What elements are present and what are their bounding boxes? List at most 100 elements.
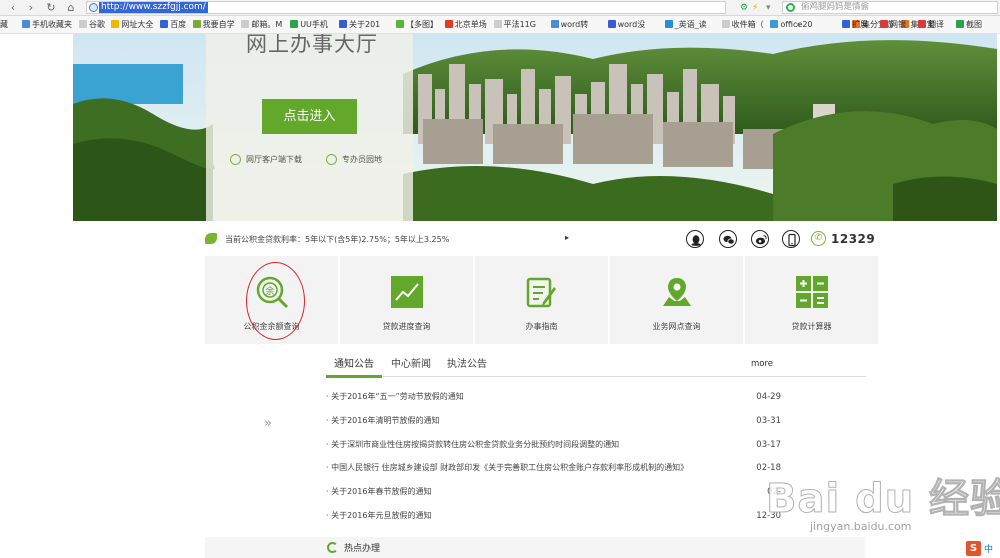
favorites-bar: 藏 手机收藏夹 谷歌 网址大全 百度 我要自学 邮箱。M UU手机 关于201 【多图】 北京单场…	[0, 16, 1000, 34]
url-text[interactable]: http://www.szzfgjj.com/	[99, 2, 208, 13]
news-title[interactable]: · 关于2016年春节放假的通知	[326, 485, 431, 499]
favorite-item[interactable]: 我要自学	[192, 19, 235, 31]
news-title[interactable]: · 关于2016年清明节放假的通知	[326, 414, 439, 428]
toolbar-extension-item[interactable]: 翻译	[918, 19, 944, 31]
news-title[interactable]: · 关于2016年“五一”劳动节放假的通知	[326, 390, 464, 404]
hotline-number[interactable]: 12329	[831, 232, 875, 246]
tab-center-news[interactable]: 中心新闻	[391, 358, 431, 372]
search-input[interactable]: 偷鸡腿妈妈是慎偷	[782, 1, 998, 14]
highlight-circle	[246, 262, 305, 340]
favorite-icon	[290, 20, 299, 28]
extension-label: 网银	[890, 20, 906, 29]
globe-icon	[89, 3, 98, 12]
map-pin-icon	[662, 278, 691, 306]
favorite-label: 平法11G	[503, 20, 536, 29]
forward-icon[interactable]: ›	[24, 1, 38, 15]
security-icon[interactable]: ⚙	[740, 2, 748, 14]
favorite-icon	[192, 20, 201, 28]
news-item[interactable]: · 中国人民银行 住房城乡建设部 财政部印发《关于完善职工住房公积金账户存款利率…	[326, 461, 781, 475]
loan-rate-text[interactable]: 当前公积金贷款利率：5年以下(含5年)2.75%；5年以上3.25%	[225, 234, 449, 245]
home-icon[interactable]: ⌂	[64, 1, 78, 15]
service-tile-calculator[interactable]: 贷款计算器	[745, 256, 878, 344]
news-item[interactable]: · 关于2016年春节放假的通知 02-	[326, 485, 781, 499]
hero-banner: 网上办事大厅 点击进入 网厅客户端下载 专办员园地	[73, 34, 997, 221]
favorite-item[interactable]: office20	[770, 19, 813, 31]
ime-mode-label[interactable]: 中	[984, 542, 993, 555]
extension-label: 截图	[966, 20, 982, 29]
favorite-icon	[396, 20, 404, 28]
favorite-item[interactable]: 收件箱（	[721, 19, 764, 31]
favorite-label: word没	[617, 20, 646, 29]
refresh-icon[interactable]: ↻	[44, 1, 58, 15]
favorite-icon	[770, 20, 779, 28]
news-item[interactable]: · 关于2016年清明节放假的通知 03-31	[326, 414, 781, 428]
online-hall-title: 网上办事大厅	[246, 34, 378, 56]
tab-law-notices[interactable]: 执法公告	[447, 358, 487, 372]
favorite-item[interactable]: _英语_读	[664, 19, 707, 31]
more-link[interactable]: more	[751, 359, 773, 369]
online-hall-panel: 网上办事大厅 点击进入 网厅客户端下载 专办员园地	[206, 34, 413, 221]
news-item[interactable]: · 关于2016年“五一”劳动节放假的通知 04-29	[326, 390, 781, 404]
favorite-item[interactable]: 北京单场	[444, 19, 487, 31]
favorite-item[interactable]: 谷歌	[79, 19, 105, 31]
service-label-guide: 办事指南	[525, 322, 558, 331]
news-date: 04-29	[756, 392, 781, 402]
extension-label: 扩展	[852, 20, 868, 29]
agent-area-link[interactable]: 专办员园地	[326, 154, 382, 166]
favorite-item[interactable]: 【多图】	[396, 19, 438, 31]
toolbar-extension-item[interactable]: 截图	[956, 19, 982, 31]
url-input[interactable]: http://www.szzfgjj.com/	[86, 1, 726, 14]
service-tile-outlets[interactable]: 业务网点查询	[610, 256, 743, 344]
favorite-item[interactable]: 手机收藏夹	[22, 19, 72, 31]
client-download-link[interactable]: 网厅客户端下载	[230, 154, 302, 166]
news-date: 03-31	[756, 416, 781, 426]
toolbar-extension-item[interactable]: 扩展	[842, 19, 868, 31]
qq-icon[interactable]	[686, 230, 704, 248]
watermark-brand: Bai du 经验	[765, 476, 1000, 523]
favorite-label: 【多图】	[406, 20, 438, 29]
dropdown-icon[interactable]: ▾	[766, 2, 771, 14]
enter-hall-button[interactable]: 点击进入	[262, 99, 357, 134]
favorite-label: 手机收藏夹	[32, 20, 72, 29]
extension-label: 翻译	[928, 20, 944, 29]
favorite-item[interactable]: word转	[550, 19, 588, 31]
favorite-icon	[607, 20, 616, 28]
favorite-icon	[493, 20, 502, 28]
service-tile-guide[interactable]: 办事指南	[475, 256, 608, 344]
favorite-item[interactable]: 平法11G	[493, 19, 536, 31]
weibo-icon[interactable]	[751, 230, 769, 248]
browser-address-bar: ‹ › ↻ ⌂ http://www.szzfgjj.com/ ⚙ ⚡ ▾ 偷鸡…	[0, 0, 1000, 16]
news-item[interactable]: · 关于深圳市商业性住房按揭贷款转住房公积金贷款业务分批预约时间段调整的通知 03…	[326, 438, 781, 452]
tab-active-indicator	[326, 375, 382, 378]
favorite-icon	[111, 20, 120, 28]
news-item[interactable]: · 关于2016年元旦放假的通知 12-30	[326, 509, 781, 523]
search-placeholder: 偷鸡腿妈妈是慎偷	[801, 2, 870, 12]
mobile-icon[interactable]	[782, 230, 800, 248]
toolbar-extension-item[interactable]: 网银	[880, 19, 906, 31]
lightning-icon[interactable]: ⚡	[752, 2, 758, 14]
favorites-more-icon[interactable]: »	[796, 19, 801, 31]
ime-tray[interactable]: S 中	[966, 541, 1000, 557]
favorite-item[interactable]: 关于201	[339, 19, 380, 31]
favorite-item[interactable]: 邮箱。M	[241, 19, 282, 31]
favorite-label: 我要自学	[202, 20, 235, 29]
favorite-label: _英语_读	[674, 20, 707, 29]
favorite-item[interactable]: UU手机	[290, 19, 328, 31]
baidu-watermark: Bai du 经验 jingyan.baidu.com	[760, 466, 1000, 546]
favorites-cut-label[interactable]: 藏	[0, 19, 8, 31]
sogou-ime-icon[interactable]: S	[966, 541, 981, 556]
news-title[interactable]: · 关于深圳市商业性住房按揭贷款转住房公积金贷款业务分批预约时间段调整的通知	[326, 438, 619, 452]
rate-next-icon[interactable]: ▸	[565, 233, 569, 242]
service-tile-progress[interactable]: 贷款进度查询	[340, 256, 473, 344]
hot-services-label[interactable]: 热点办理	[344, 541, 380, 554]
news-title[interactable]: · 中国人民银行 住房城乡建设部 财政部印发《关于完善职工住房公积金账户存款利率…	[326, 461, 688, 475]
favorite-item[interactable]: 百度	[160, 19, 186, 31]
expand-arrows-icon[interactable]: »	[264, 416, 272, 431]
favorite-item[interactable]: word没	[607, 19, 646, 31]
news-title[interactable]: · 关于2016年元旦放假的通知	[326, 509, 431, 523]
phone-icon: ✆	[811, 231, 826, 246]
wechat-icon[interactable]	[719, 230, 737, 248]
back-icon[interactable]: ‹	[6, 1, 20, 15]
favorite-item[interactable]: 网址大全	[111, 19, 153, 31]
tab-notices[interactable]: 通知公告	[334, 358, 374, 372]
